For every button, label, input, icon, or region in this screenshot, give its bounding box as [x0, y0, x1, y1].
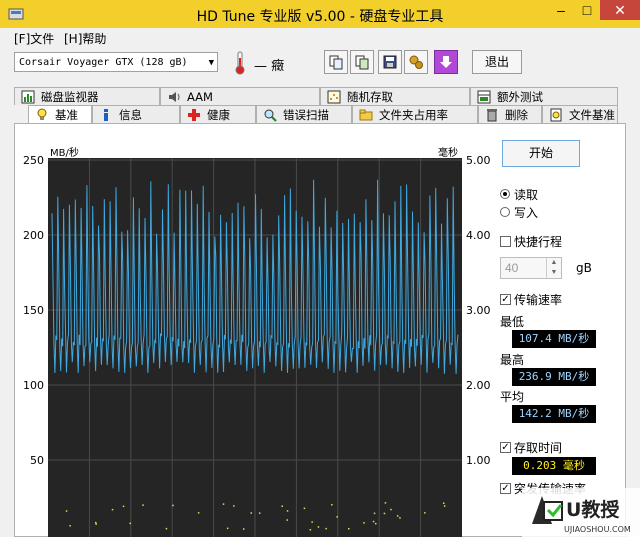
- quick-stroke-value: 40: [505, 261, 519, 275]
- access-time-point: [172, 504, 174, 507]
- access-time-point: [142, 504, 144, 506]
- access-time-point: [303, 507, 306, 510]
- y-tick-left: 50: [30, 454, 44, 467]
- access-time-point: [281, 505, 283, 507]
- maximum-label: 最高: [500, 353, 525, 367]
- y-tick-left: 100: [23, 379, 44, 392]
- access-time-point: [286, 519, 288, 521]
- maximum-value: 236.9 MB/秒: [512, 368, 596, 386]
- quick-stroke-label: 快捷行程: [514, 235, 563, 249]
- access-time-point: [317, 526, 320, 528]
- spinner-arrows-icon[interactable]: ▲ ▼: [546, 258, 561, 278]
- access-time-point: [122, 505, 125, 508]
- y-axis-left-unit: MB/秒: [50, 146, 79, 159]
- y-tick-left: 150: [23, 304, 44, 317]
- access-time-point: [250, 512, 252, 514]
- access-time-point: [286, 510, 289, 512]
- access-time-point: [258, 512, 261, 514]
- access-time-point: [129, 522, 131, 525]
- write-radio[interactable]: [500, 207, 510, 217]
- access-time-point: [243, 528, 245, 530]
- watermark-logo: U教授 UJIAOSHOU.COM: [522, 488, 640, 537]
- y-tick-right: 5.00: [466, 154, 491, 167]
- access-time-point: [165, 527, 168, 530]
- access-time-label: 存取时间: [514, 441, 563, 455]
- access-time-point: [331, 504, 333, 506]
- average-label: 平均: [500, 390, 525, 404]
- access-time-point: [65, 510, 68, 512]
- access-time-point: [372, 520, 375, 523]
- access-time-checkbox[interactable]: ✓: [500, 442, 511, 453]
- access-time-point: [95, 523, 97, 525]
- access-time-point: [111, 508, 114, 511]
- minimum-value: 107.4 MB/秒: [512, 330, 596, 348]
- y-tick-right: 4.00: [466, 229, 491, 242]
- y-tick-left: 200: [23, 229, 44, 242]
- access-time-point: [384, 502, 387, 504]
- quick-stroke-spinner[interactable]: 40 ▲ ▼: [500, 257, 562, 279]
- access-time-point: [390, 508, 392, 511]
- access-time-point: [373, 512, 376, 515]
- access-time-point: [197, 512, 200, 514]
- average-value: 142.2 MB/秒: [512, 405, 596, 423]
- access-time-point: [399, 517, 401, 519]
- access-time-point: [311, 521, 313, 523]
- access-time-point: [348, 528, 350, 530]
- y-axis-right-unit: 毫秒: [438, 146, 458, 159]
- y-tick-right: 1.00: [466, 454, 491, 467]
- transfer-rate-checkbox[interactable]: ✓: [500, 294, 511, 305]
- y-tick-right: 2.00: [466, 379, 491, 392]
- access-time-point: [95, 521, 97, 524]
- read-label: 读取: [514, 188, 539, 202]
- access-time-point: [325, 527, 327, 530]
- burst-rate-checkbox[interactable]: ✓: [500, 483, 511, 494]
- start-button[interactable]: 开始: [502, 140, 580, 167]
- y-tick-left: 250: [23, 154, 44, 167]
- access-time-point: [424, 512, 426, 514]
- access-time-point: [396, 515, 399, 517]
- quick-stroke-unit: gB: [576, 261, 592, 275]
- y-tick-right: 3.00: [466, 304, 491, 317]
- watermark-url: UJIAOSHOU.COM: [564, 525, 631, 534]
- access-time-point: [363, 522, 365, 524]
- access-time-point: [336, 516, 338, 518]
- watermark-text: U教授: [566, 498, 620, 521]
- transfer-rate-label: 传输速率: [514, 293, 563, 307]
- access-time-point: [222, 503, 225, 505]
- access-time-point: [443, 502, 445, 504]
- access-time-point: [233, 505, 235, 507]
- access-time-point: [226, 527, 229, 530]
- quick-stroke-checkbox[interactable]: [500, 236, 511, 247]
- access-time-value: 0.203 毫秒: [512, 457, 596, 475]
- access-time-point: [443, 505, 446, 507]
- access-time-point: [375, 522, 377, 525]
- write-label: 写入: [514, 206, 539, 220]
- access-time-point: [383, 512, 386, 515]
- access-time-point: [309, 529, 312, 531]
- read-radio[interactable]: [500, 189, 510, 199]
- access-time-point: [69, 525, 71, 527]
- minimum-label: 最低: [500, 315, 525, 329]
